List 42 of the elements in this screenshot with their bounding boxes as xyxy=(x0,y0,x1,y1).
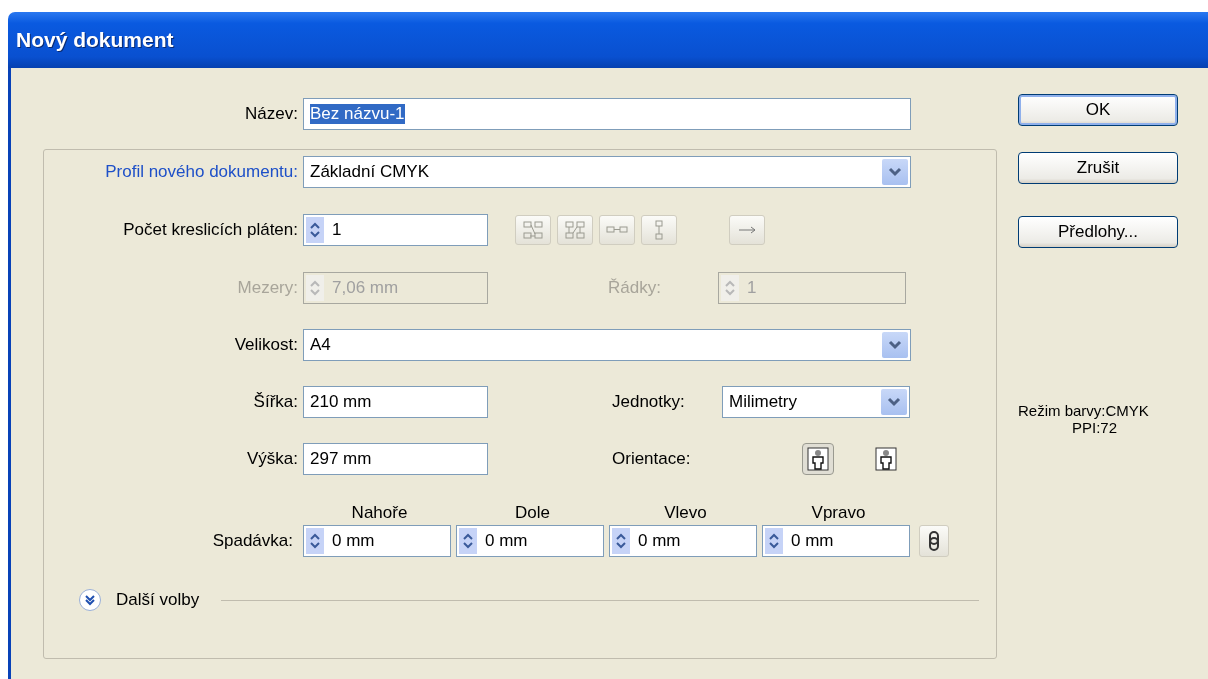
size-dropdown[interactable]: A4 xyxy=(303,329,911,361)
expand-chevron-icon[interactable] xyxy=(79,589,101,611)
field-label: Počet kreslicích pláten: xyxy=(122,220,299,240)
number-field[interactable]: 0 mm xyxy=(762,525,910,557)
number-field[interactable]: 0 mm xyxy=(609,525,757,557)
spinner-arrows-icon[interactable] xyxy=(612,528,630,554)
column-heading: Nahoře xyxy=(350,503,409,524)
field-label: Název: xyxy=(244,104,299,124)
dialog-button[interactable]: Předlohy... xyxy=(1018,216,1178,248)
spinner-arrows-icon[interactable] xyxy=(306,528,324,554)
column-heading: Dole xyxy=(514,503,551,524)
number-field[interactable]: 0 mm xyxy=(303,525,451,557)
field-label: Spadávka: xyxy=(211,531,294,551)
height-field[interactable]: 297 mm xyxy=(303,443,488,475)
window-title: Nový dokument xyxy=(16,28,174,52)
field-label: Jednotky: xyxy=(612,392,686,412)
dialog-button[interactable]: OK xyxy=(1018,94,1178,126)
info-text: Režim barvy:CMYK xyxy=(1018,402,1150,419)
units-dropdown[interactable]: Milimetry xyxy=(722,386,910,418)
width-field[interactable]: 210 mm xyxy=(303,386,488,418)
landscape-button[interactable] xyxy=(872,445,900,473)
portrait-button[interactable] xyxy=(802,443,834,475)
number-field[interactable]: 0 mm xyxy=(456,525,604,557)
profile-dropdown[interactable]: Základní CMYK xyxy=(303,156,911,188)
number-field[interactable]: 1 xyxy=(303,214,488,246)
more-options-label[interactable]: Další volby xyxy=(116,590,200,610)
field-label: Orientace: xyxy=(612,449,692,469)
field-label: Šířka: xyxy=(252,392,299,412)
profile-label: Profil nového dokumentu: xyxy=(104,162,299,182)
spinner-arrows-icon[interactable] xyxy=(459,528,477,554)
field-label: Velikost: xyxy=(233,335,299,355)
name-field[interactable]: Bez názvu-1 xyxy=(303,98,911,130)
field-label: Mezery: xyxy=(236,278,299,298)
column-heading: Vpravo xyxy=(810,503,867,524)
info-text: PPI:72 xyxy=(1072,419,1119,436)
link-chain-icon[interactable] xyxy=(919,525,949,557)
column-heading: Vlevo xyxy=(663,503,708,524)
field-label: Řádky: xyxy=(608,278,662,298)
spinner-arrows-icon[interactable] xyxy=(306,217,324,243)
field-label: Výška: xyxy=(245,449,299,469)
dialog-button[interactable]: Zrušit xyxy=(1018,152,1178,184)
spinner-arrows-icon[interactable] xyxy=(765,528,783,554)
